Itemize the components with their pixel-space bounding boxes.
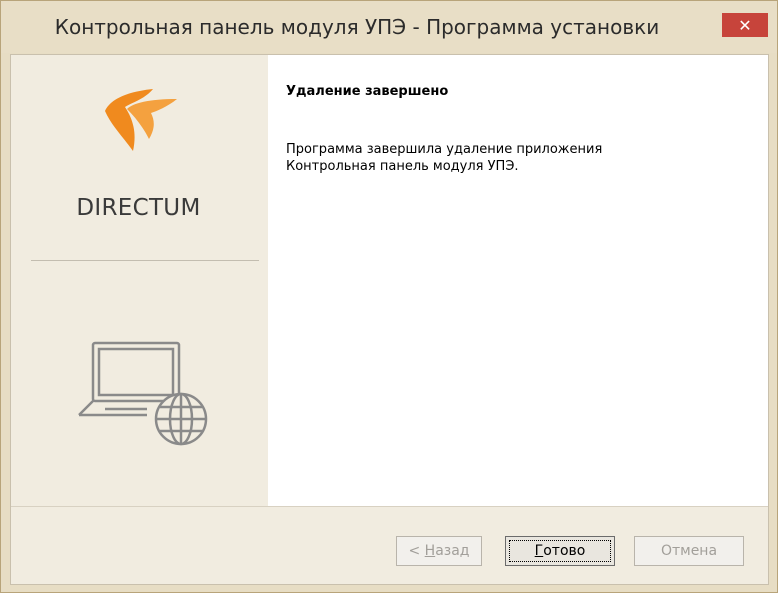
laptop-globe-icon (78, 341, 208, 446)
back-accel: Н (424, 543, 436, 559)
window-title: Контрольная панель модуля УПЭ - Программ… (54, 15, 660, 39)
done-button[interactable]: Готово (505, 536, 615, 566)
page-heading: Удаление завершено (286, 84, 449, 99)
button-bar: < Назад Готово Отмена (11, 506, 768, 584)
focus-ring (509, 540, 611, 562)
message-line-1: Программа завершила удаление приложения (286, 142, 603, 157)
close-icon: ✕ (738, 15, 752, 35)
back-button[interactable]: < Назад (396, 536, 482, 566)
back-label: азад (435, 543, 470, 559)
cancel-button[interactable]: Отмена (634, 536, 744, 566)
installer-window: Контрольная панель модуля УПЭ - Программ… (0, 0, 778, 593)
side-panel: DIRECTUM (11, 55, 268, 506)
message-line-2: Контрольная панель модуля УПЭ. (286, 159, 519, 174)
back-prefix: < (408, 543, 425, 559)
title-bar[interactable]: Контрольная панель модуля УПЭ - Программ… (1, 1, 777, 53)
side-divider (31, 260, 259, 261)
close-button[interactable]: ✕ (722, 13, 768, 37)
directum-logo-icon (105, 89, 177, 151)
dialog-client-area: DIRECTUM Удаление завершено Программа за… (10, 54, 769, 585)
content-panel: Удаление завершено Программа завершила у… (268, 55, 768, 506)
logo-text: DIRECTUM (76, 195, 201, 221)
completion-message: Программа завершила удаление приложения … (286, 141, 746, 175)
cancel-label: Отмена (660, 543, 718, 559)
